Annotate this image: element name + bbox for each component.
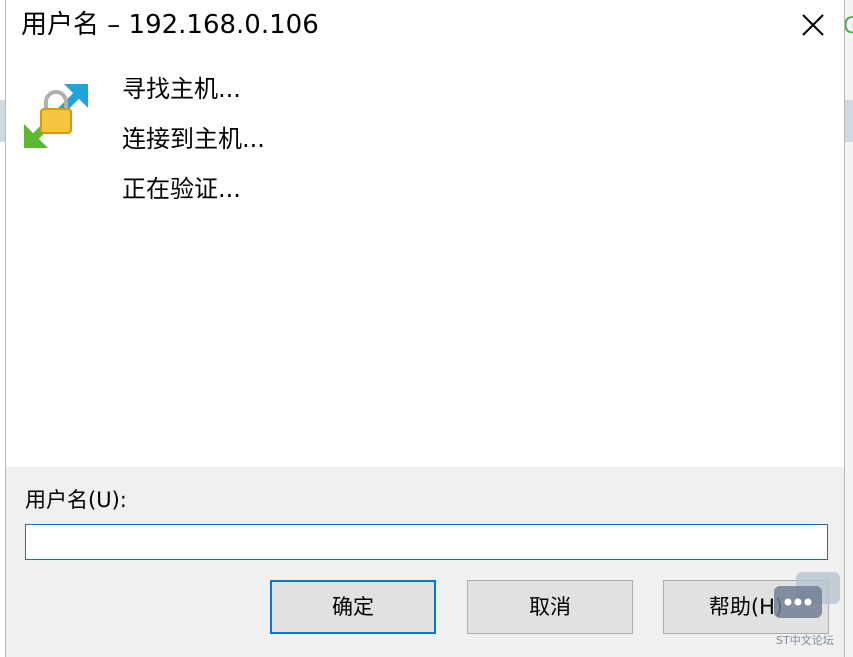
- lock-connection-icon: [24, 84, 88, 148]
- close-icon: [802, 14, 824, 36]
- dialog-footer: 用户名(U): 确定 取消 帮助(H): [6, 467, 844, 657]
- username-label: 用户名(U):: [25, 488, 127, 512]
- title-bar: 用户名 – 192.168.0.106: [6, 0, 844, 50]
- ok-button[interactable]: 确定: [270, 580, 436, 634]
- window-title: 用户名 – 192.168.0.106: [21, 10, 319, 40]
- watermark: ST中文论坛: [770, 572, 853, 657]
- chat-bubble-icon: [774, 572, 840, 618]
- watermark-text: ST中文论坛: [776, 634, 834, 647]
- status-finding-host: 寻找主机...: [122, 75, 241, 103]
- status-authenticating: 正在验证...: [122, 175, 241, 203]
- status-list: 寻找主机... 连接到主机... 正在验证...: [122, 64, 265, 214]
- status-panel: 寻找主机... 连接到主机... 正在验证...: [6, 50, 844, 467]
- status-connecting-host: 连接到主机...: [122, 125, 265, 153]
- username-input[interactable]: [25, 524, 828, 560]
- login-dialog: 用户名 – 192.168.0.106 寻找主机... 连接到主机... 正在验…: [5, 0, 845, 657]
- close-button[interactable]: [796, 8, 830, 42]
- background-window-strip-right: [845, 100, 853, 142]
- cancel-button[interactable]: 取消: [467, 580, 633, 634]
- background-window-edge-right: [845, 0, 853, 657]
